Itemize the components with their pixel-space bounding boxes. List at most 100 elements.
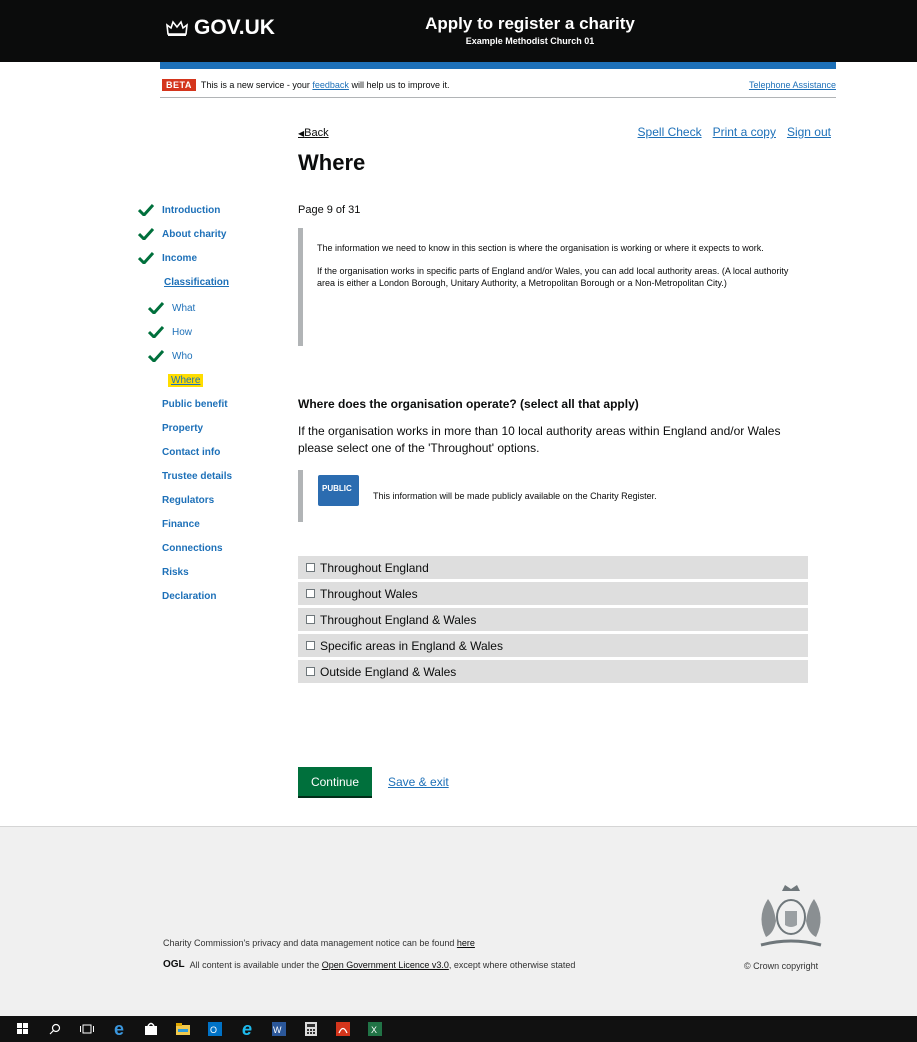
service-name: Apply to register a charity [425, 14, 635, 33]
checkbox-throughout-england-wales[interactable]: Throughout England & Wales [298, 608, 808, 631]
sign-out-link[interactable]: Sign out [787, 125, 831, 139]
internet-explorer-icon[interactable]: e [238, 1019, 256, 1039]
print-link[interactable]: Print a copy [713, 125, 776, 139]
checkmark-icon [138, 252, 154, 264]
back-link[interactable]: ◀Back [298, 127, 329, 139]
edge-icon[interactable]: e [110, 1019, 128, 1039]
sidebar-item-risks[interactable]: Risks [162, 564, 189, 580]
ogl-link[interactable]: Open Government Licence v3.0 [322, 960, 449, 970]
inset-paragraph: If the organisation works in specific pa… [317, 266, 789, 288]
ogl-logo: OGL [163, 959, 185, 970]
sidebar-item-label[interactable]: What [172, 303, 195, 314]
sidebar-item-label[interactable]: Classification [164, 277, 229, 288]
sidebar-item-about-charity[interactable]: About charity [138, 226, 226, 242]
beta-text-before: This is a new service - your [200, 80, 310, 90]
checkbox-specific-areas[interactable]: Specific areas in England & Wales [298, 634, 808, 657]
sidebar-item-label[interactable]: Property [162, 423, 203, 434]
sidebar-item-what[interactable]: What [148, 300, 195, 316]
sidebar-item-connections[interactable]: Connections [162, 540, 223, 556]
checkbox-throughout-wales[interactable]: Throughout Wales [298, 582, 808, 605]
checkbox-throughout-england[interactable]: Throughout England [298, 556, 808, 579]
header-accent-bar [160, 62, 836, 69]
beta-text-after: will help us to improve it. [351, 80, 450, 90]
word-icon[interactable]: W [270, 1020, 288, 1038]
sidebar-item-label[interactable]: Income [162, 253, 197, 264]
save-exit-link[interactable]: Save & exit [388, 775, 449, 789]
sidebar-item-public-benefit[interactable]: Public benefit [162, 396, 228, 412]
question-hint: If the organisation works in more than 1… [298, 424, 781, 455]
sidebar-item-income[interactable]: Income [138, 250, 197, 266]
feedback-link[interactable]: feedback [312, 80, 349, 90]
checkbox[interactable] [306, 615, 315, 624]
beta-tag: BETA [162, 79, 196, 91]
checkbox[interactable] [306, 589, 315, 598]
privacy-text: Charity Commission's privacy and data ma… [163, 938, 455, 948]
inset-paragraph: The information we need to know in this … [317, 243, 764, 253]
sidebar-item-label[interactable]: Risks [162, 567, 189, 578]
page-counter: Page 9 of 31 [298, 204, 361, 216]
site-footer: Charity Commission's privacy and data ma… [0, 826, 917, 1016]
checkmark-icon [138, 228, 154, 240]
sidebar-item-label[interactable]: How [172, 327, 192, 338]
sidebar-item-label[interactable]: Where [168, 373, 204, 387]
public-notice-text: This information will be made publicly a… [373, 491, 657, 501]
checkbox-outside-england-wales[interactable]: Outside England & Wales [298, 660, 808, 683]
sidebar-item-label[interactable]: Finance [162, 519, 200, 530]
checkbox-label: Outside England & Wales [320, 664, 457, 679]
privacy-notice: Charity Commission's privacy and data ma… [163, 938, 475, 948]
windows-taskbar: e O e W X [0, 1016, 917, 1042]
checkbox[interactable] [306, 667, 315, 676]
sidebar-item-how[interactable]: How [148, 324, 192, 340]
back-label: Back [304, 127, 329, 139]
sidebar-item-label[interactable]: Contact info [162, 447, 220, 458]
info-inset: The information we need to know in this … [298, 228, 808, 346]
search-icon[interactable] [46, 1020, 64, 1038]
public-notice: PUBLIC This information will be made pub… [298, 470, 808, 522]
charity-name: Example Methodist Church 01 [465, 36, 595, 46]
checkbox-label: Throughout England & Wales [320, 612, 477, 627]
checkbox[interactable] [306, 563, 315, 572]
privacy-link[interactable]: here [457, 938, 475, 948]
sidebar-item-declaration[interactable]: Declaration [162, 588, 216, 604]
outlook-icon[interactable]: O [206, 1020, 224, 1038]
sidebar-item-label[interactable]: Declaration [162, 591, 216, 602]
sidebar-item-label[interactable]: Trustee details [162, 471, 232, 482]
sidebar-item-label[interactable]: Regulators [162, 495, 214, 506]
telephone-assistance-link[interactable]: Telephone Assistance [749, 80, 836, 90]
sidebar-item-label[interactable]: About charity [162, 229, 226, 240]
sidebar-item-label[interactable]: Public benefit [162, 399, 228, 410]
sidebar-item-label[interactable]: Who [172, 351, 193, 362]
calculator-icon[interactable] [302, 1020, 320, 1038]
sidebar-item-introduction[interactable]: Introduction [138, 202, 220, 218]
sidebar-item-property[interactable]: Property [162, 420, 203, 436]
store-icon[interactable] [142, 1020, 160, 1038]
file-explorer-icon[interactable] [174, 1020, 192, 1038]
spell-check-link[interactable]: Spell Check [638, 125, 702, 139]
sidebar-item-label[interactable]: Connections [162, 543, 223, 554]
checkbox[interactable] [306, 641, 315, 650]
checkbox-label: Specific areas in England & Wales [320, 638, 503, 653]
licence-notice: OGL All content is available under the O… [163, 959, 575, 970]
acrobat-icon[interactable] [334, 1020, 352, 1038]
svg-text:W: W [273, 1025, 282, 1035]
sidebar-item-where[interactable]: Where [168, 372, 204, 388]
sidebar-item-trustee-details[interactable]: Trustee details [162, 468, 232, 484]
sidebar-item-classification[interactable]: Classification [164, 274, 229, 290]
excel-icon[interactable]: X [366, 1020, 384, 1038]
svg-text:X: X [371, 1025, 377, 1035]
page-title: Where [298, 150, 366, 175]
crown-icon [166, 20, 188, 36]
sidebar-item-who[interactable]: Who [148, 348, 193, 364]
site-header: GOV.UK Apply to register a charity Examp… [0, 0, 917, 62]
sidebar-item-finance[interactable]: Finance [162, 516, 200, 532]
sidebar-item-contact-info[interactable]: Contact info [162, 444, 220, 460]
govuk-logo[interactable]: GOV.UK [166, 16, 275, 40]
sidebar-item-regulators[interactable]: Regulators [162, 492, 214, 508]
windows-icon[interactable] [14, 1020, 32, 1038]
sidebar-item-label[interactable]: Introduction [162, 205, 220, 216]
royal-coat-of-arms-icon [760, 885, 822, 947]
continue-button[interactable]: Continue [298, 767, 372, 796]
checkmark-icon [148, 350, 164, 362]
task-view-icon[interactable] [78, 1020, 96, 1038]
divider [160, 97, 836, 98]
